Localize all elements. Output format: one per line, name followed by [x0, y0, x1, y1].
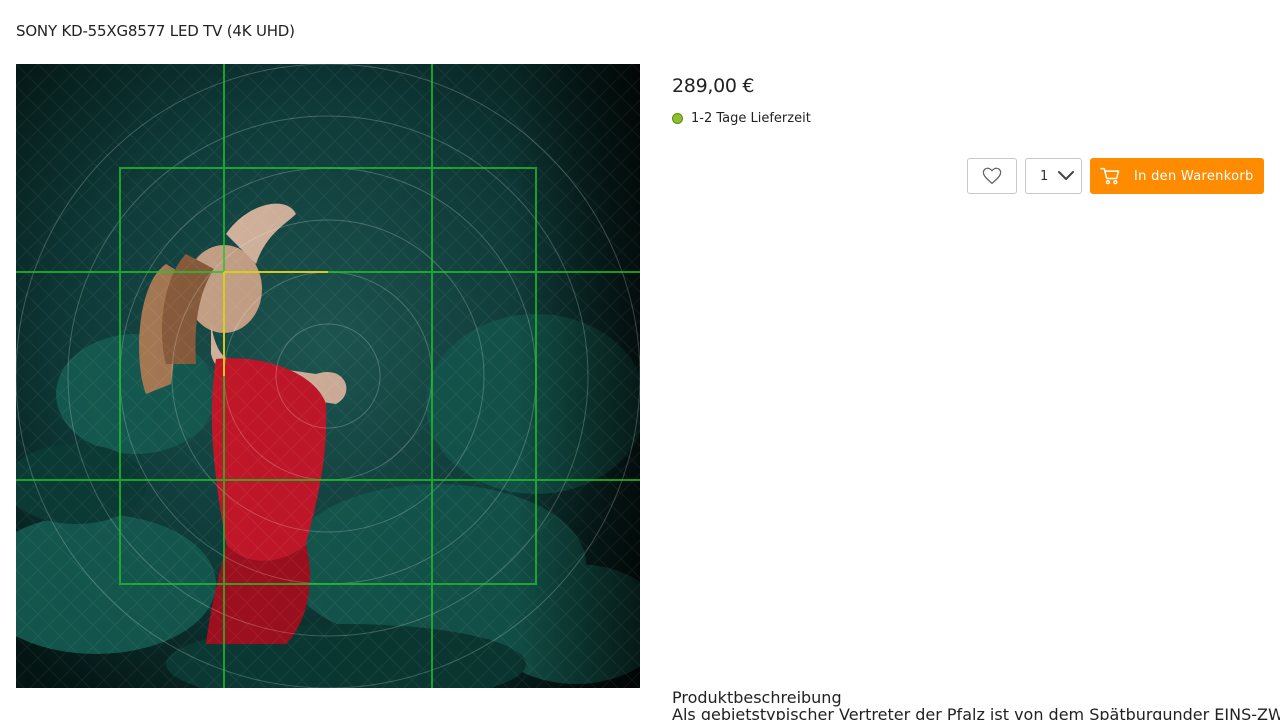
product-image[interactable]: [16, 64, 640, 688]
quantity-select[interactable]: 1: [1025, 158, 1082, 194]
product-title: SONY KD-55XG8577 LED TV (4K UHD): [16, 22, 295, 40]
description-text: Als gebietstypischer Vertreter der Pfalz…: [672, 705, 1280, 720]
chevron-down-icon: [1058, 171, 1074, 180]
cart-icon: [1100, 167, 1120, 185]
product-page: SONY KD-55XG8577 LED TV (4K UHD) 289,00 …: [0, 0, 1280, 720]
delivery-info: 1-2 Tage Lieferzeit: [672, 111, 811, 126]
product-photo: [16, 64, 640, 688]
add-to-cart-button[interactable]: In den Warenkorb: [1090, 158, 1264, 194]
product-price: 289,00 €: [672, 75, 755, 97]
wishlist-button[interactable]: [967, 158, 1017, 194]
quantity-value: 1: [1040, 168, 1049, 184]
buy-actions: 1 In den Warenkorb: [967, 158, 1264, 194]
delivery-status-dot: [672, 113, 683, 124]
add-to-cart-label: In den Warenkorb: [1134, 168, 1254, 184]
delivery-label: 1-2 Tage Lieferzeit: [691, 111, 811, 126]
heart-icon: [982, 167, 1002, 185]
